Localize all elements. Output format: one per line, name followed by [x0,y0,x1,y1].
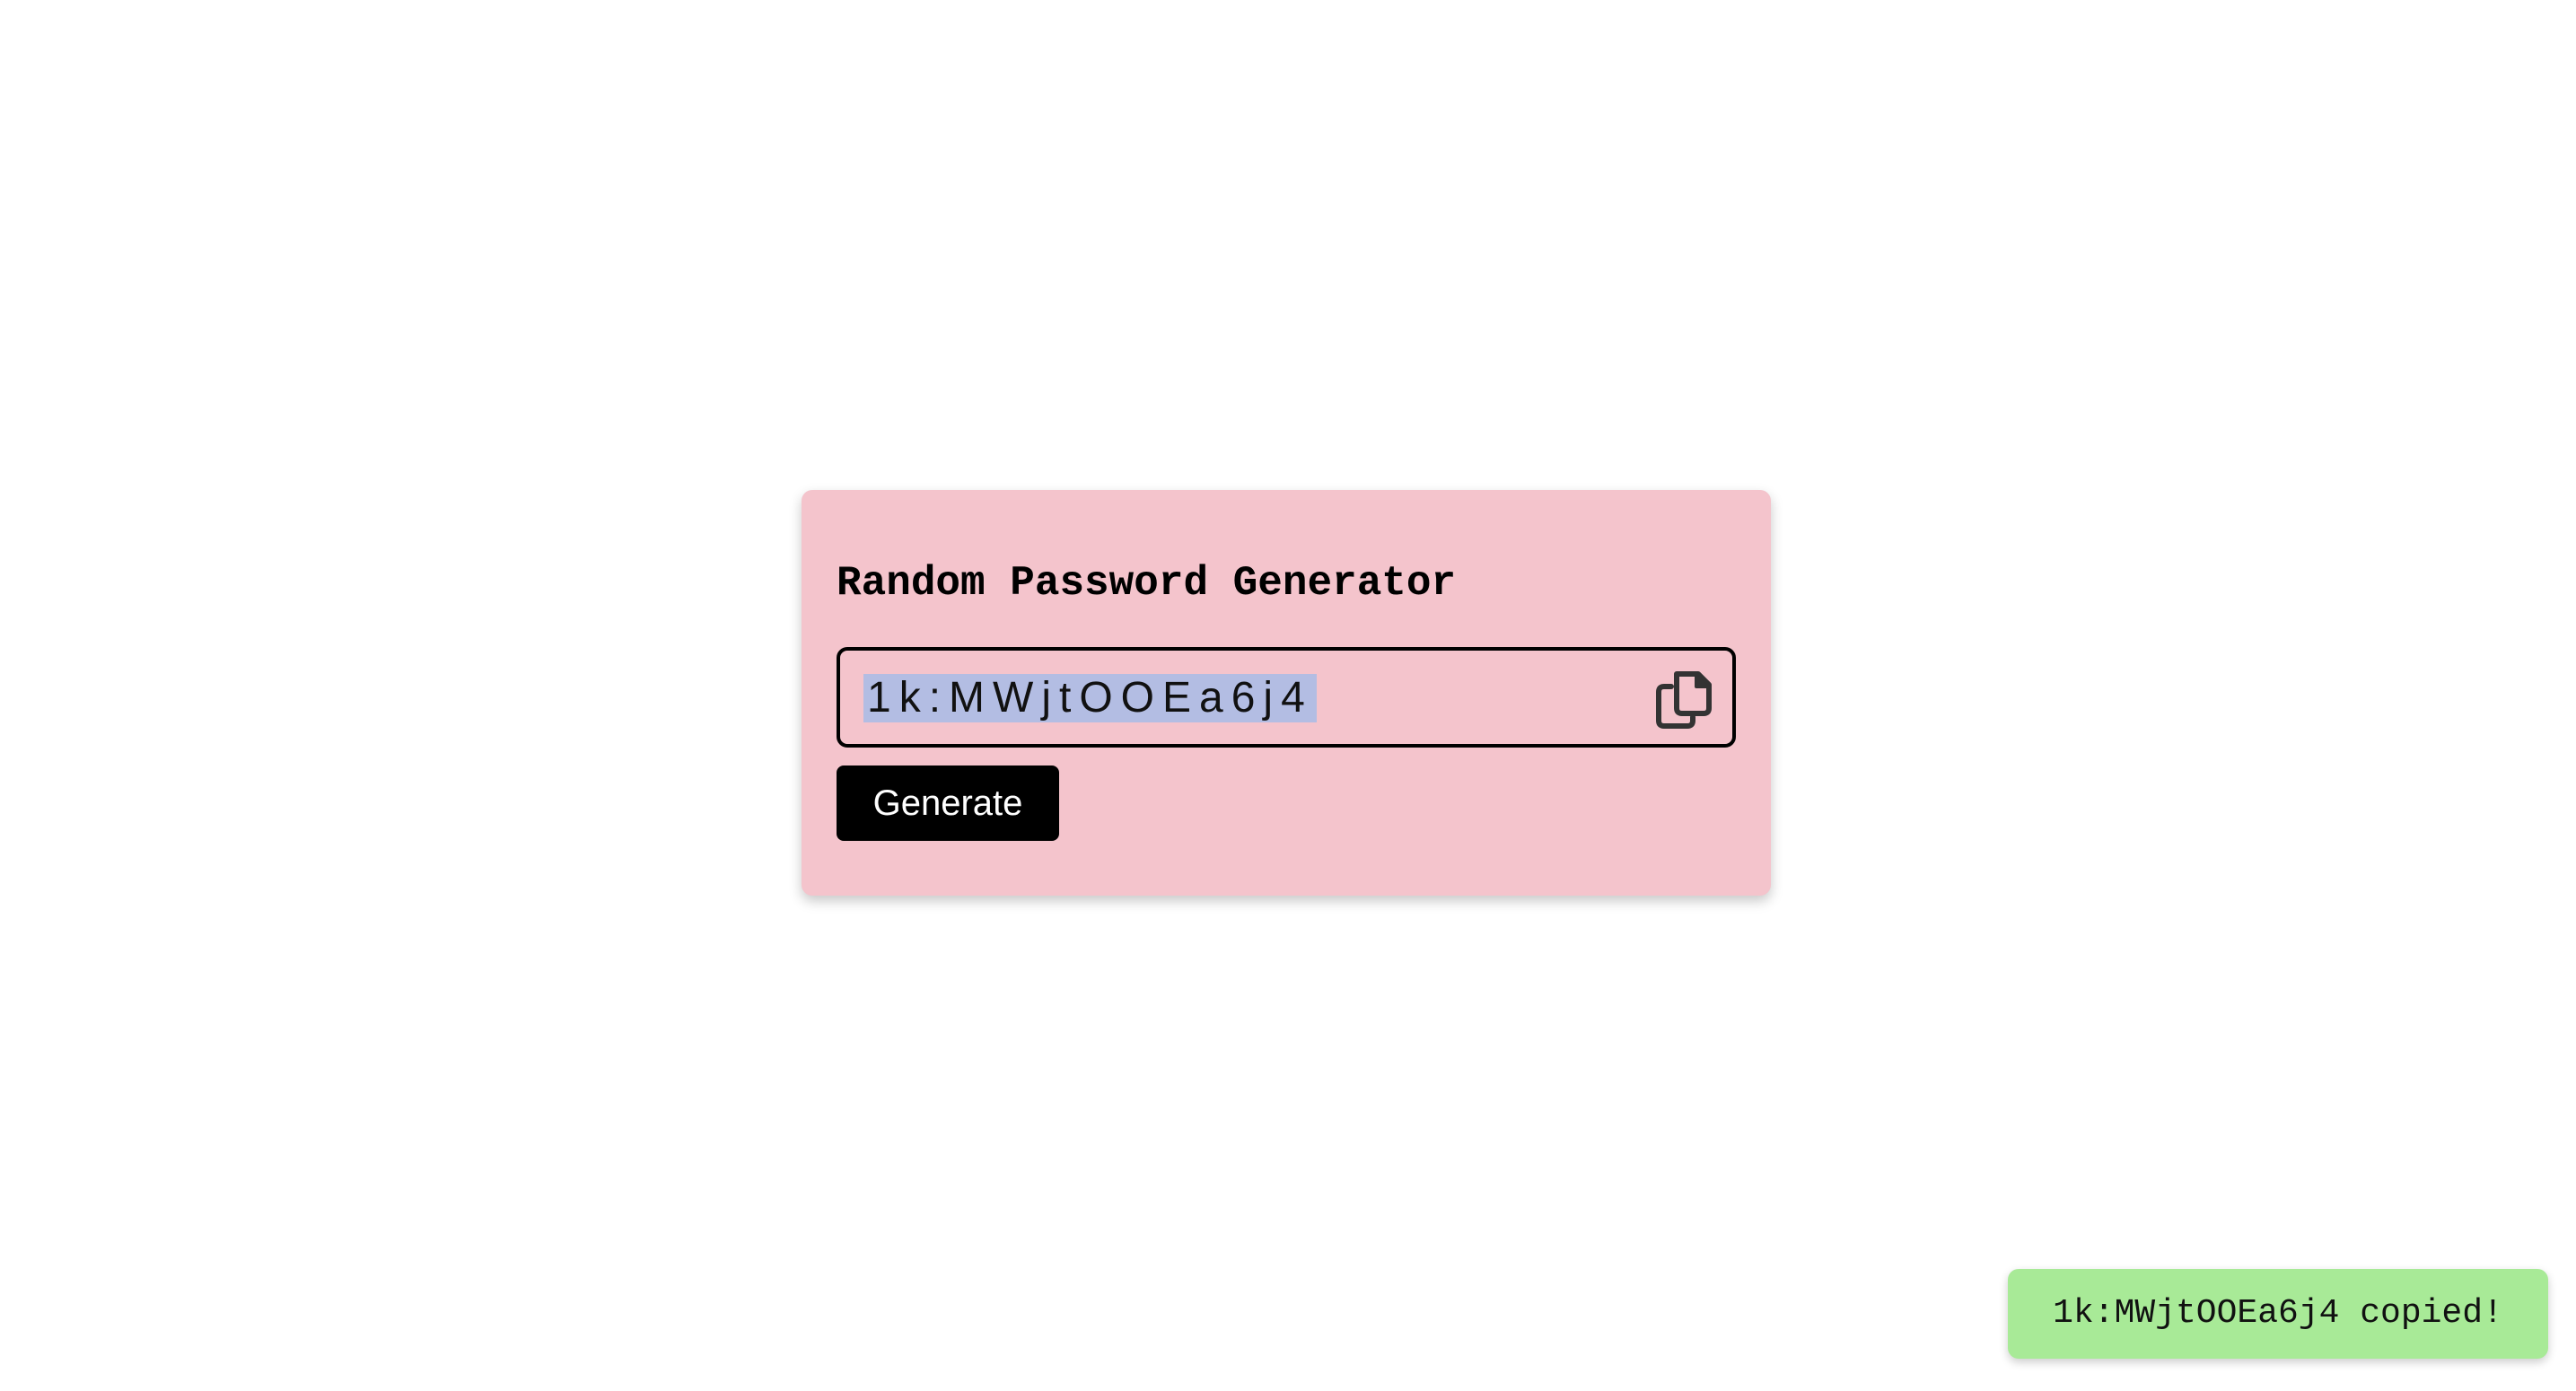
copy-icon [1656,671,1712,729]
copied-toast: 1k:MWjtOOEa6j4 copied! [2008,1269,2548,1359]
copy-button[interactable] [1652,667,1716,731]
password-generator-card: Random Password Generator 1k:MWjtOOEa6j4… [802,490,1771,896]
page-title: Random Password Generator [837,560,1457,607]
generate-button[interactable]: Generate [837,765,1059,841]
password-value[interactable]: 1k:MWjtOOEa6j4 [863,674,1317,722]
password-field[interactable]: 1k:MWjtOOEa6j4 [837,647,1736,748]
